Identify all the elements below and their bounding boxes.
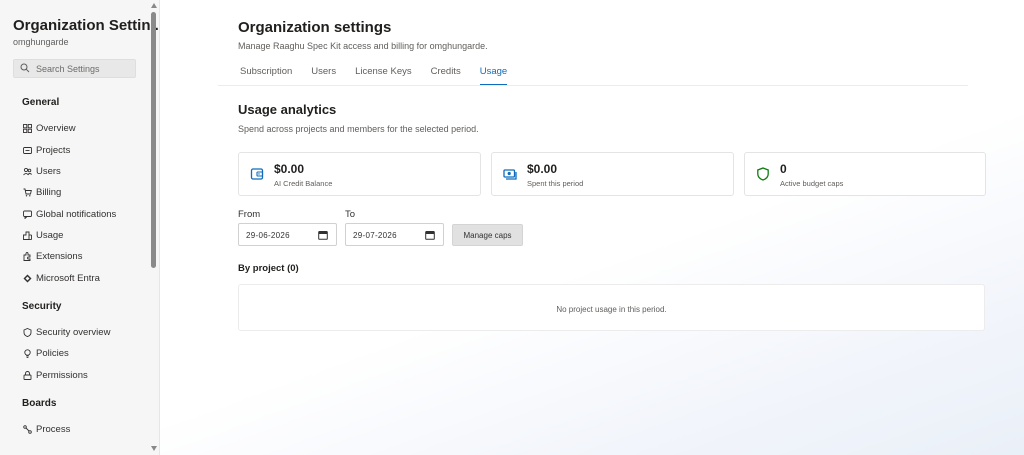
usage-analytics-title: Usage analytics bbox=[238, 102, 337, 117]
stat-label: Active budget caps bbox=[780, 179, 844, 188]
sidebar-item-label: Policies bbox=[36, 347, 69, 359]
sidebar-item-label: Global notifications bbox=[36, 208, 117, 220]
sidebar-item-overview[interactable]: Overview bbox=[22, 121, 76, 135]
org-title: Organization Settin... bbox=[13, 17, 160, 34]
project-usage-panel: No project usage in this period. bbox=[238, 284, 985, 331]
from-date-input[interactable]: 29-06-2026 bbox=[238, 223, 337, 246]
search-input[interactable] bbox=[36, 61, 132, 76]
usage-analytics-description: Spend across projects and members for th… bbox=[238, 124, 479, 134]
sidebar-item-billing[interactable]: Billing bbox=[22, 185, 61, 199]
calendar-icon[interactable] bbox=[318, 230, 328, 240]
shield-icon bbox=[757, 167, 769, 181]
stat-card-budget-caps: 0 Active budget caps bbox=[744, 152, 986, 196]
extensions-icon bbox=[22, 251, 32, 261]
scroll-up-arrow[interactable] bbox=[151, 3, 157, 8]
section-heading-boards: Boards bbox=[22, 398, 57, 409]
sidebar-item-label: Billing bbox=[36, 186, 62, 198]
page-description: Manage Raaghu Spec Kit access and billin… bbox=[238, 41, 488, 51]
tabs-divider bbox=[218, 85, 968, 86]
stat-value: 0 bbox=[780, 162, 787, 176]
to-date-value: 29-07-2026 bbox=[353, 231, 397, 240]
sidebar-item-label: Permissions bbox=[36, 369, 88, 381]
to-date-input[interactable]: 29-07-2026 bbox=[345, 223, 444, 246]
sidebar-item-label: Microsoft Entra bbox=[36, 272, 100, 284]
section-heading-security: Security bbox=[22, 301, 62, 312]
notification-icon bbox=[22, 209, 32, 219]
users-icon bbox=[22, 166, 32, 176]
manage-caps-button[interactable]: Manage caps bbox=[452, 224, 523, 246]
sidebar-item-users[interactable]: Users bbox=[22, 164, 61, 178]
sidebar-item-label: Security overview bbox=[36, 326, 111, 338]
sidebar-item-projects[interactable]: Projects bbox=[22, 143, 70, 157]
money-icon bbox=[503, 169, 517, 180]
section-heading-general: General bbox=[22, 97, 60, 108]
projects-icon bbox=[22, 145, 32, 155]
sidebar-item-label: Process bbox=[36, 423, 71, 435]
tab-subscription[interactable]: Subscription bbox=[240, 66, 292, 86]
empty-state-text: No project usage in this period. bbox=[556, 305, 667, 314]
lightbulb-icon bbox=[22, 348, 32, 358]
search-box[interactable] bbox=[13, 59, 136, 78]
sidebar-item-process[interactable]: Process bbox=[22, 422, 70, 436]
sidebar-item-policies[interactable]: Policies bbox=[22, 346, 69, 360]
to-label: To bbox=[345, 209, 356, 220]
process-icon bbox=[22, 424, 32, 434]
stat-label: AI Credit Balance bbox=[274, 179, 333, 188]
from-date-value: 29-06-2026 bbox=[246, 231, 290, 240]
usage-icon bbox=[22, 230, 32, 240]
search-icon bbox=[20, 63, 30, 73]
calendar-icon[interactable] bbox=[425, 230, 435, 240]
from-label: From bbox=[238, 209, 261, 220]
page-title: Organization settings bbox=[238, 19, 392, 36]
shield-icon bbox=[22, 327, 32, 337]
main-content: Organization settings Manage Raaghu Spec… bbox=[160, 0, 1024, 455]
tab-credits[interactable]: Credits bbox=[431, 66, 461, 86]
sidebar-item-label: Extensions bbox=[36, 250, 83, 262]
org-subtitle: omghungarde bbox=[13, 37, 69, 47]
lock-icon bbox=[22, 370, 32, 380]
sidebar-item-label: Projects bbox=[36, 144, 71, 156]
tab-users[interactable]: Users bbox=[311, 66, 336, 86]
sidebar-item-permissions[interactable]: Permissions bbox=[22, 368, 88, 382]
stat-label: Spent this period bbox=[527, 179, 584, 188]
sidebar-item-label: Overview bbox=[36, 122, 76, 134]
sidebar: Organization Settin... omghungarde Gener… bbox=[0, 0, 160, 455]
stat-card-spent: $0.00 Spent this period bbox=[491, 152, 734, 196]
sidebar-item-extensions[interactable]: Extensions bbox=[22, 249, 82, 263]
stat-card-credit-balance: $0.00 AI Credit Balance bbox=[238, 152, 481, 196]
sidebar-scrollbar[interactable] bbox=[149, 0, 159, 455]
cart-icon bbox=[22, 187, 32, 197]
tab-bar: Subscription Users License Keys Credits … bbox=[238, 66, 526, 86]
entra-icon bbox=[22, 273, 32, 283]
sidebar-item-microsoft-entra[interactable]: Microsoft Entra bbox=[22, 271, 100, 285]
stat-value: $0.00 bbox=[274, 162, 305, 176]
sidebar-item-usage[interactable]: Usage bbox=[22, 228, 63, 242]
wallet-icon bbox=[250, 168, 264, 180]
sidebar-item-label: Usage bbox=[36, 229, 64, 241]
stat-value: $0.00 bbox=[527, 162, 558, 176]
tab-usage[interactable]: Usage bbox=[479, 66, 508, 86]
sidebar-item-label: Users bbox=[36, 165, 61, 177]
sidebar-item-global-notifications[interactable]: Global notifications bbox=[22, 207, 116, 221]
scroll-down-arrow[interactable] bbox=[151, 446, 157, 451]
grid-icon bbox=[22, 123, 32, 133]
by-project-heading: By project (0) bbox=[238, 263, 299, 274]
scroll-thumb[interactable] bbox=[151, 12, 156, 268]
tab-license-keys[interactable]: License Keys bbox=[355, 66, 412, 86]
sidebar-item-security-overview[interactable]: Security overview bbox=[22, 325, 110, 339]
